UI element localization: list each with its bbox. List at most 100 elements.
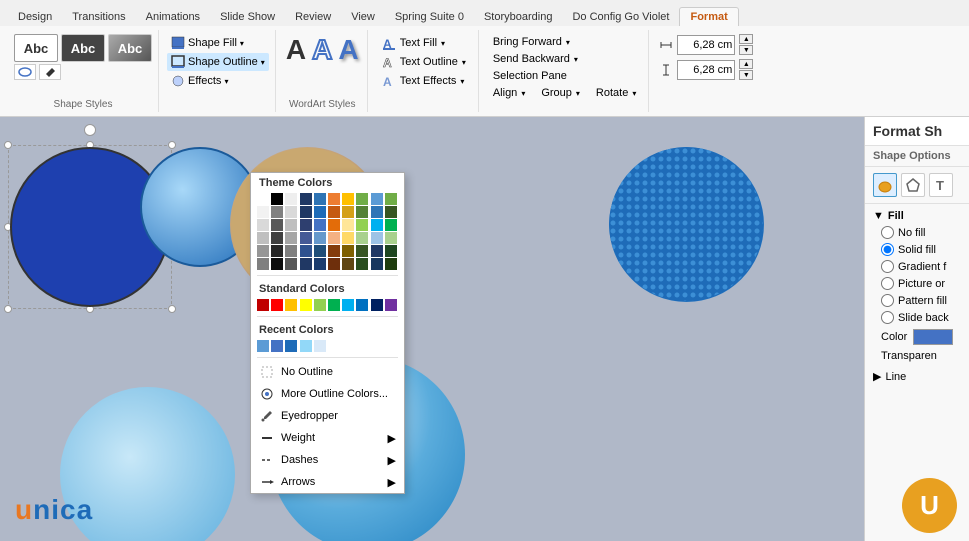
height-input[interactable] bbox=[677, 60, 735, 80]
tab-view[interactable]: View bbox=[341, 8, 385, 26]
theme-color-cell[interactable] bbox=[328, 245, 340, 257]
recent-color-cell[interactable] bbox=[285, 340, 297, 352]
standard-color-cell[interactable] bbox=[300, 299, 312, 311]
theme-color-cell[interactable] bbox=[257, 232, 269, 244]
theme-color-cell[interactable] bbox=[371, 206, 383, 218]
theme-color-cell[interactable] bbox=[285, 219, 297, 231]
no-fill-row[interactable]: No fill bbox=[873, 224, 961, 241]
theme-color-cell[interactable] bbox=[328, 258, 340, 270]
slide-back-row[interactable]: Slide back bbox=[873, 309, 961, 326]
selection-pane-btn[interactable]: Selection Pane bbox=[489, 68, 641, 84]
theme-color-cell[interactable] bbox=[271, 258, 283, 270]
standard-color-cell[interactable] bbox=[257, 299, 269, 311]
theme-color-cell[interactable] bbox=[356, 193, 368, 205]
theme-color-cell[interactable] bbox=[371, 258, 383, 270]
theme-color-cell[interactable] bbox=[285, 206, 297, 218]
style-box-2[interactable]: Abc bbox=[61, 34, 105, 62]
color-swatch[interactable] bbox=[913, 329, 953, 345]
theme-color-cell[interactable] bbox=[300, 206, 312, 218]
wordart-outline[interactable]: A bbox=[312, 34, 332, 66]
theme-color-cell[interactable] bbox=[314, 232, 326, 244]
picture-fill-row[interactable]: Picture or bbox=[873, 275, 961, 292]
tab-spring[interactable]: Spring Suite 0 bbox=[385, 8, 474, 26]
recent-color-cell[interactable] bbox=[257, 340, 269, 352]
theme-color-cell[interactable] bbox=[385, 219, 397, 231]
height-down-btn[interactable]: ▼ bbox=[739, 70, 753, 80]
shape-fill-btn[interactable]: Shape Fill ▾ bbox=[167, 34, 269, 52]
theme-color-cell[interactable] bbox=[356, 245, 368, 257]
insert-shape-btn[interactable] bbox=[14, 64, 36, 80]
text-effects-btn[interactable]: A Text Effects ▾ bbox=[378, 72, 470, 90]
standard-color-cell[interactable] bbox=[328, 299, 340, 311]
rotate-btn[interactable]: Rotate ▾ bbox=[592, 85, 640, 101]
theme-color-cell[interactable] bbox=[328, 193, 340, 205]
theme-color-cell[interactable] bbox=[342, 219, 354, 231]
theme-color-cell[interactable] bbox=[257, 219, 269, 231]
theme-color-cell[interactable] bbox=[257, 193, 269, 205]
text-outline-btn[interactable]: A Text Outline ▾ bbox=[378, 53, 470, 71]
theme-color-cell[interactable] bbox=[314, 219, 326, 231]
theme-color-cell[interactable] bbox=[385, 232, 397, 244]
theme-color-cell[interactable] bbox=[342, 206, 354, 218]
height-up-btn[interactable]: ▲ bbox=[739, 59, 753, 69]
standard-color-cell[interactable] bbox=[314, 299, 326, 311]
slide-back-radio[interactable] bbox=[881, 311, 894, 324]
theme-color-cell[interactable] bbox=[271, 232, 283, 244]
handle-tl[interactable] bbox=[4, 141, 12, 149]
eyedropper-btn[interactable]: Eyedropper bbox=[251, 405, 404, 427]
wordart-shadow[interactable]: A bbox=[338, 34, 358, 66]
theme-color-cell[interactable] bbox=[271, 245, 283, 257]
shape-edit-btn[interactable] bbox=[39, 64, 61, 80]
theme-color-cell[interactable] bbox=[300, 232, 312, 244]
theme-color-cell[interactable] bbox=[314, 193, 326, 205]
slide-canvas[interactable]: unica Theme Colors Standard Colors Recen… bbox=[0, 117, 864, 541]
shape-effects-btn[interactable]: Effects ▾ bbox=[167, 72, 269, 90]
circle-dots-blue[interactable] bbox=[609, 147, 764, 302]
standard-color-cell[interactable] bbox=[385, 299, 397, 311]
theme-color-cell[interactable] bbox=[300, 193, 312, 205]
pattern-fill-radio[interactable] bbox=[881, 294, 894, 307]
theme-color-cell[interactable] bbox=[371, 232, 383, 244]
handle-tr[interactable] bbox=[168, 141, 176, 149]
theme-color-cell[interactable] bbox=[257, 258, 269, 270]
line-section-header[interactable]: ▶ Line bbox=[865, 368, 969, 385]
theme-color-cell[interactable] bbox=[385, 193, 397, 205]
tab-transitions[interactable]: Transitions bbox=[62, 8, 135, 26]
theme-color-cell[interactable] bbox=[328, 206, 340, 218]
theme-color-cell[interactable] bbox=[271, 193, 283, 205]
arrows-btn[interactable]: Arrows ▶ bbox=[251, 471, 404, 493]
handle-br[interactable] bbox=[168, 305, 176, 313]
tab-review[interactable]: Review bbox=[285, 8, 341, 26]
fill-header[interactable]: ▼ Fill bbox=[873, 208, 961, 224]
style-box-3[interactable]: Abc bbox=[108, 34, 152, 62]
standard-color-cell[interactable] bbox=[371, 299, 383, 311]
theme-color-cell[interactable] bbox=[328, 219, 340, 231]
recent-color-cell[interactable] bbox=[271, 340, 283, 352]
theme-color-cell[interactable] bbox=[257, 206, 269, 218]
tab-design[interactable]: Design bbox=[8, 8, 62, 26]
theme-color-cell[interactable] bbox=[356, 219, 368, 231]
width-up-btn[interactable]: ▲ bbox=[739, 34, 753, 44]
theme-color-cell[interactable] bbox=[385, 258, 397, 270]
theme-color-cell[interactable] bbox=[371, 193, 383, 205]
send-backward-btn[interactable]: Send Backward ▾ bbox=[489, 51, 641, 67]
recent-color-cell[interactable] bbox=[314, 340, 326, 352]
gradient-fill-radio[interactable] bbox=[881, 260, 894, 273]
width-input[interactable] bbox=[677, 35, 735, 55]
theme-color-cell[interactable] bbox=[342, 245, 354, 257]
panel-icon-text[interactable]: T bbox=[929, 173, 953, 197]
theme-color-cell[interactable] bbox=[356, 232, 368, 244]
no-outline-btn[interactable]: No Outline bbox=[251, 361, 404, 383]
solid-fill-radio[interactable] bbox=[881, 243, 894, 256]
gradient-fill-row[interactable]: Gradient f bbox=[873, 258, 961, 275]
style-box-1[interactable]: Abc bbox=[14, 34, 58, 62]
theme-color-cell[interactable] bbox=[314, 258, 326, 270]
handle-bl[interactable] bbox=[4, 305, 12, 313]
picture-fill-radio[interactable] bbox=[881, 277, 894, 290]
theme-color-cell[interactable] bbox=[257, 245, 269, 257]
rotate-handle[interactable] bbox=[84, 124, 96, 136]
shape-outline-btn[interactable]: Shape Outline ▾ bbox=[167, 53, 269, 71]
theme-color-cell[interactable] bbox=[271, 219, 283, 231]
theme-color-cell[interactable] bbox=[271, 206, 283, 218]
panel-icon-shape[interactable] bbox=[873, 173, 897, 197]
